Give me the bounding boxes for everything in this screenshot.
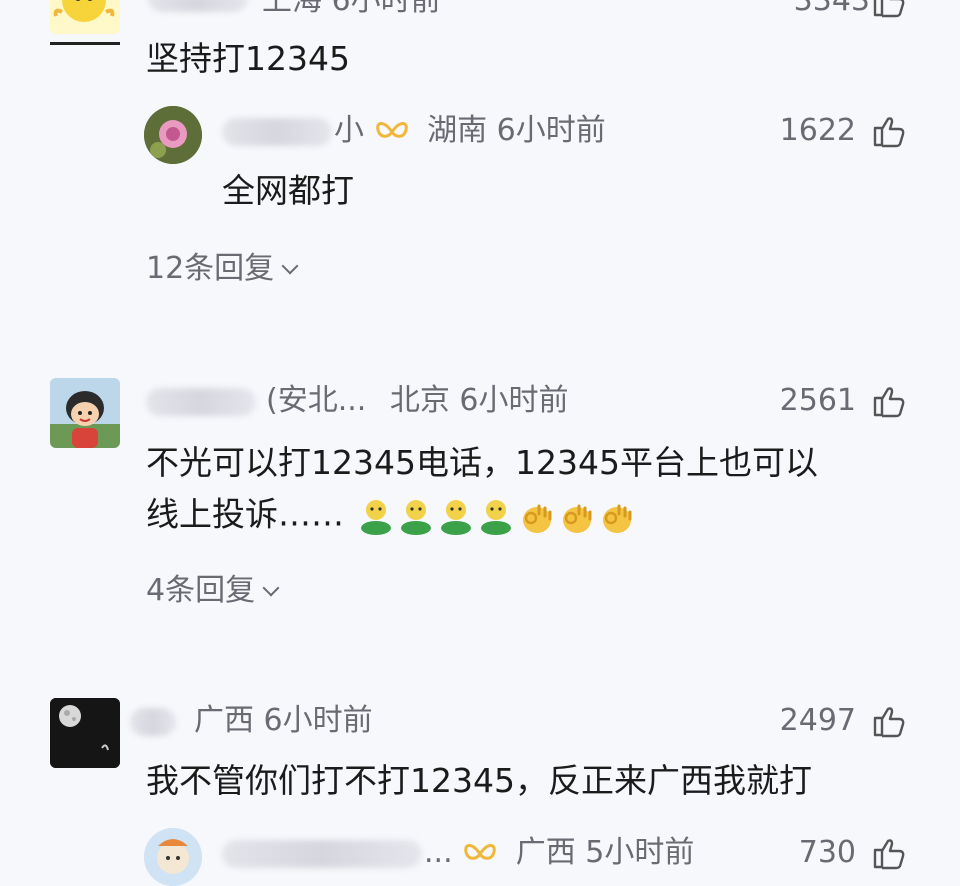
sprout-emoji-icon: [480, 500, 511, 535]
timestamp: 6小时前: [331, 0, 441, 18]
avatar[interactable]: [50, 378, 120, 448]
location: 北京: [389, 383, 450, 418]
timestamp: 5小时前: [585, 835, 695, 870]
comment-text: 全网都打: [222, 171, 354, 210]
avatar[interactable]: [50, 0, 120, 34]
location: 湖南: [427, 113, 488, 148]
timestamp: 6小时前: [459, 383, 569, 418]
replies-label: 12条回复: [146, 251, 275, 286]
comment-meta: ... 广西 5小时前: [424, 838, 694, 868]
location: 广西: [515, 835, 576, 870]
location: 广西: [194, 703, 254, 738]
comment-text-line2: 线上投诉……: [146, 496, 635, 536]
thumbs-up-outline-icon[interactable]: [872, 0, 906, 18]
replies-label: 4条回复: [146, 573, 256, 608]
username-blurred[interactable]: [146, 388, 256, 416]
comment-text: 坚持打12345: [146, 39, 350, 78]
avatar[interactable]: [144, 828, 202, 886]
username-suffix[interactable]: (安北...: [266, 383, 366, 418]
ok-hand-emoji-icon: [522, 504, 551, 533]
sprout-emoji-icon: [400, 500, 431, 535]
username-blurred[interactable]: [148, 0, 248, 12]
like-count: 2497: [779, 703, 856, 738]
butterfly-badge-icon: [375, 121, 408, 138]
view-replies-button[interactable]: 4条回复: [146, 573, 280, 608]
ok-hand-emoji-icon: [602, 504, 631, 533]
thumbs-up-outline-icon[interactable]: [872, 114, 906, 148]
chevron-down-icon: [262, 579, 280, 597]
avatar-underline: [50, 42, 120, 45]
comment-text: 我不管你们打不打12345，反正来广西我就打: [146, 761, 812, 800]
comment-meta: 上海 6小时前: [262, 0, 441, 16]
view-replies-button[interactable]: 12条回复: [146, 251, 299, 286]
like-count: 730: [798, 835, 856, 870]
comment-text: 线上投诉……: [146, 494, 344, 534]
comment-meta: (安北... 北京 6小时前: [266, 386, 569, 416]
timestamp: 6小时前: [496, 113, 606, 148]
avatar[interactable]: [144, 106, 202, 164]
thumbs-up-outline-icon[interactable]: [872, 836, 906, 870]
ok-hand-emoji-icon: [562, 504, 591, 533]
username-blurred[interactable]: [130, 708, 176, 736]
timestamp: 6小时前: [263, 703, 373, 738]
comment-meta: 小 湖南 6小时前: [334, 116, 606, 146]
username-blurred[interactable]: [222, 118, 332, 146]
chevron-down-icon: [281, 257, 299, 275]
like-count: 1622: [779, 113, 856, 148]
username-suffix[interactable]: 小: [334, 113, 364, 148]
sprout-emoji-icon: [360, 500, 391, 535]
username-blurred[interactable]: [222, 840, 422, 868]
butterfly-badge-icon: [464, 843, 496, 860]
comment-text-line1: 不光可以打12345电话，12345平台上也可以: [146, 443, 818, 482]
location: 上海: [262, 0, 322, 18]
sprout-emoji-icon: [440, 500, 471, 535]
thumbs-up-outline-icon[interactable]: [872, 704, 906, 738]
avatar[interactable]: [50, 698, 120, 768]
thumbs-up-outline-icon[interactable]: [872, 384, 906, 418]
like-count: 3343: [793, 0, 870, 18]
like-count: 2561: [779, 383, 856, 418]
username-suffix[interactable]: ...: [424, 835, 453, 870]
comment-meta: 广西 6小时前: [194, 706, 373, 736]
